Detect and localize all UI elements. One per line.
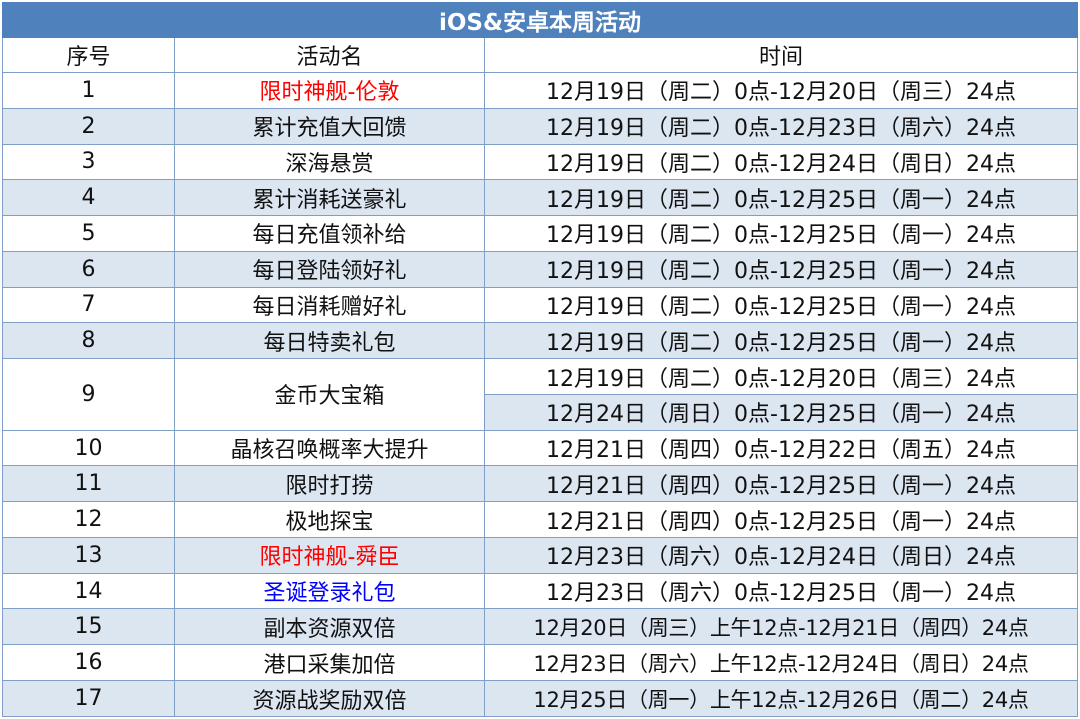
row-index: 11 xyxy=(2,465,175,503)
title-row: iOS&安卓本周活动 xyxy=(2,2,1078,38)
row-index: 5 xyxy=(2,215,175,252)
activity-time: 12月19日（周二）0点-12月20日（周三）24点 xyxy=(484,358,1078,395)
row-index: 7 xyxy=(2,286,175,324)
table-row: 5 每日充值领补给 12月19日（周二）0点-12月25日（周一）24点 xyxy=(2,215,1078,252)
activity-name: 限时打捞 xyxy=(174,465,485,503)
row-index: 3 xyxy=(2,143,175,181)
activity-time: 12月19日（周二）0点-12月25日（周一）24点 xyxy=(484,322,1078,360)
table-title: iOS&安卓本周活动 xyxy=(2,2,1078,38)
activity-name: 圣诞登录礼包 xyxy=(174,572,485,610)
row-index: 8 xyxy=(2,322,175,360)
row-index: 1 xyxy=(2,72,175,109)
row-index: 16 xyxy=(2,644,175,682)
activity-time: 12月19日（周二）0点-12月20日（周三）24点 xyxy=(484,72,1078,109)
row-index: 14 xyxy=(2,572,175,610)
activity-time: 12月19日（周二）0点-12月24日（周日）24点 xyxy=(484,143,1078,181)
activity-time: 12月25日（周一）上午12点-12月26日（周二）24点 xyxy=(484,680,1078,717)
table-row: 16 港口采集加倍 12月23日（周六）上午12点-12月24日（周日）24点 xyxy=(2,644,1078,682)
activity-name: 限时神舰-舜臣 xyxy=(174,536,485,574)
activity-name: 资源战奖励双倍 xyxy=(174,680,485,717)
activity-name: 每日登陆领好礼 xyxy=(174,250,485,288)
row-index: 6 xyxy=(2,250,175,288)
table-row: 3 深海悬赏 12月19日（周二）0点-12月24日（周日）24点 xyxy=(2,143,1078,181)
table-row: 2 累计充值大回馈 12月19日（周二）0点-12月23日（周六）24点 xyxy=(2,107,1078,145)
activity-name: 金币大宝箱 xyxy=(174,358,485,431)
activity-time: 12月21日（周四）0点-12月25日（周一）24点 xyxy=(484,501,1078,538)
activity-name: 港口采集加倍 xyxy=(174,644,485,682)
row-index: 15 xyxy=(2,608,175,646)
table-row: 12 极地探宝 12月21日（周四）0点-12月25日（周一）24点 xyxy=(2,501,1078,538)
activity-name: 深海悬赏 xyxy=(174,143,485,181)
header-name: 活动名 xyxy=(174,37,485,73)
table-body: 1 限时神舰-伦敦 12月19日（周二）0点-12月20日（周三）24点 2 累计充值大… xyxy=(2,72,1078,717)
activity-time: 12月23日（周六）上午12点-12月24日（周日）24点 xyxy=(484,644,1078,682)
activity-name: 极地探宝 xyxy=(174,501,485,538)
table-row: 6 每日登陆领好礼 12月19日（周二）0点-12月25日（周一）24点 xyxy=(2,250,1078,288)
row-index: 12 xyxy=(2,501,175,538)
activity-time: 12月19日（周二）0点-12月25日（周一）24点 xyxy=(484,179,1078,217)
table-row: 7 每日消耗赠好礼 12月19日（周二）0点-12月25日（周一）24点 xyxy=(2,286,1078,324)
activity-name: 每日充值领补给 xyxy=(174,215,485,252)
activity-time: 12月20日（周三）上午12点-12月21日（周四）24点 xyxy=(484,608,1078,646)
row-index: 4 xyxy=(2,179,175,217)
table-row: 4 累计消耗送豪礼 12月19日（周二）0点-12月25日（周一）24点 xyxy=(2,179,1078,217)
activity-name: 晶核召唤概率大提升 xyxy=(174,429,485,467)
header-time: 时间 xyxy=(484,37,1078,73)
activity-name: 每日消耗赠好礼 xyxy=(174,286,485,324)
activity-name: 每日特卖礼包 xyxy=(174,322,485,360)
header-index: 序号 xyxy=(2,37,175,73)
row-index: 13 xyxy=(2,536,175,574)
activity-name: 副本资源双倍 xyxy=(174,608,485,646)
activity-time: 12月19日（周二）0点-12月25日（周一）24点 xyxy=(484,215,1078,252)
activity-time: 12月23日（周六）0点-12月24日（周日）24点 xyxy=(484,536,1078,574)
activity-time: 12月19日（周二）0点-12月25日（周一）24点 xyxy=(484,250,1078,288)
table-row: 1 限时神舰-伦敦 12月19日（周二）0点-12月20日（周三）24点 xyxy=(2,72,1078,109)
table-row: 10 晶核召唤概率大提升 12月21日（周四）0点-12月22日（周五）24点 xyxy=(2,429,1078,467)
activity-name: 累计消耗送豪礼 xyxy=(174,179,485,217)
table-row: 9 金币大宝箱 12月19日（周二）0点-12月20日（周三）24点 xyxy=(2,358,1078,431)
table-row: 17 资源战奖励双倍 12月25日（周一）上午12点-12月26日（周二）24点 xyxy=(2,680,1078,717)
activity-name: 累计充值大回馈 xyxy=(174,107,485,145)
table-row: 8 每日特卖礼包 12月19日（周二）0点-12月25日（周一）24点 xyxy=(2,322,1078,360)
activity-time: 12月24日（周日）0点-12月25日（周一）24点 xyxy=(484,393,1078,431)
activity-time: 12月23日（周六）0点-12月25日（周一）24点 xyxy=(484,572,1078,610)
activity-time: 12月21日（周四）0点-12月25日（周一）24点 xyxy=(484,465,1078,503)
table-row: 13 限时神舰-舜臣 12月23日（周六）0点-12月24日（周日）24点 xyxy=(2,536,1078,574)
header-row: 序号 活动名 时间 xyxy=(2,37,1078,73)
row-index: 10 xyxy=(2,429,175,467)
row-index: 9 xyxy=(2,358,175,431)
activity-time: 12月21日（周四）0点-12月22日（周五）24点 xyxy=(484,429,1078,467)
activity-time: 12月19日（周二）0点-12月23日（周六）24点 xyxy=(484,107,1078,145)
row-index: 17 xyxy=(2,680,175,717)
table-row: 11 限时打捞 12月21日（周四）0点-12月25日（周一）24点 xyxy=(2,465,1078,503)
activity-name: 限时神舰-伦敦 xyxy=(174,72,485,109)
row-index: 2 xyxy=(2,107,175,145)
table-row: 14 圣诞登录礼包 12月23日（周六）0点-12月25日（周一）24点 xyxy=(2,572,1078,610)
table-row: 15 副本资源双倍 12月20日（周三）上午12点-12月21日（周四）24点 xyxy=(2,608,1078,646)
activity-table: iOS&安卓本周活动 序号 活动名 时间 1 限时神舰-伦敦 12月19日（周二）0… xyxy=(2,2,1078,717)
activity-time: 12月19日（周二）0点-12月25日（周一）24点 xyxy=(484,286,1078,324)
